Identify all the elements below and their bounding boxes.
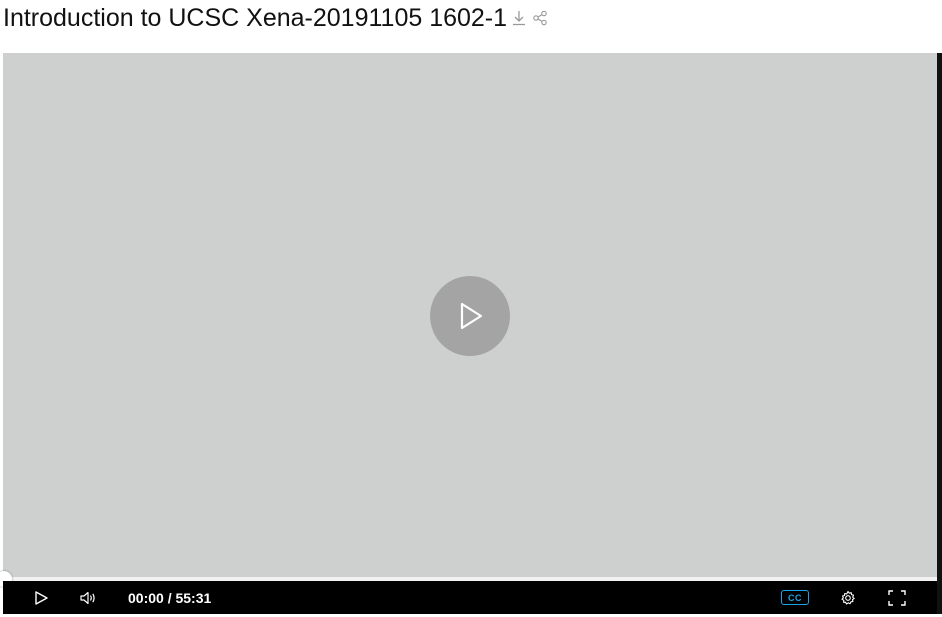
closed-captions-icon: CC xyxy=(781,590,809,605)
play-button[interactable] xyxy=(29,581,53,614)
volume-button[interactable] xyxy=(76,581,100,614)
player-edge xyxy=(937,53,942,614)
fullscreen-button[interactable] xyxy=(885,581,909,614)
video-title: Introduction to UCSC Xena-20191105 1602-… xyxy=(3,3,508,32)
gear-icon xyxy=(841,590,855,605)
fullscreen-icon xyxy=(888,589,906,606)
volume-icon xyxy=(80,591,95,604)
time-separator: / xyxy=(163,589,176,606)
current-time: 00:00 xyxy=(128,589,164,606)
download-icon[interactable] xyxy=(510,8,528,28)
share-icon[interactable] xyxy=(531,8,549,28)
video-title-row: Introduction to UCSC Xena-20191105 1602-… xyxy=(3,0,549,36)
play-icon xyxy=(35,590,48,605)
big-play-button[interactable] xyxy=(430,276,510,356)
duration: 55:31 xyxy=(175,589,212,606)
control-bar: 00:00 / 55:31 CC xyxy=(3,581,937,614)
settings-button[interactable] xyxy=(837,581,859,614)
play-icon xyxy=(460,302,483,330)
video-player[interactable]: 00:00 / 55:31 CC xyxy=(0,53,937,614)
closed-captions-button[interactable]: CC xyxy=(779,581,811,614)
time-display: 00:00 / 55:31 xyxy=(128,581,211,614)
